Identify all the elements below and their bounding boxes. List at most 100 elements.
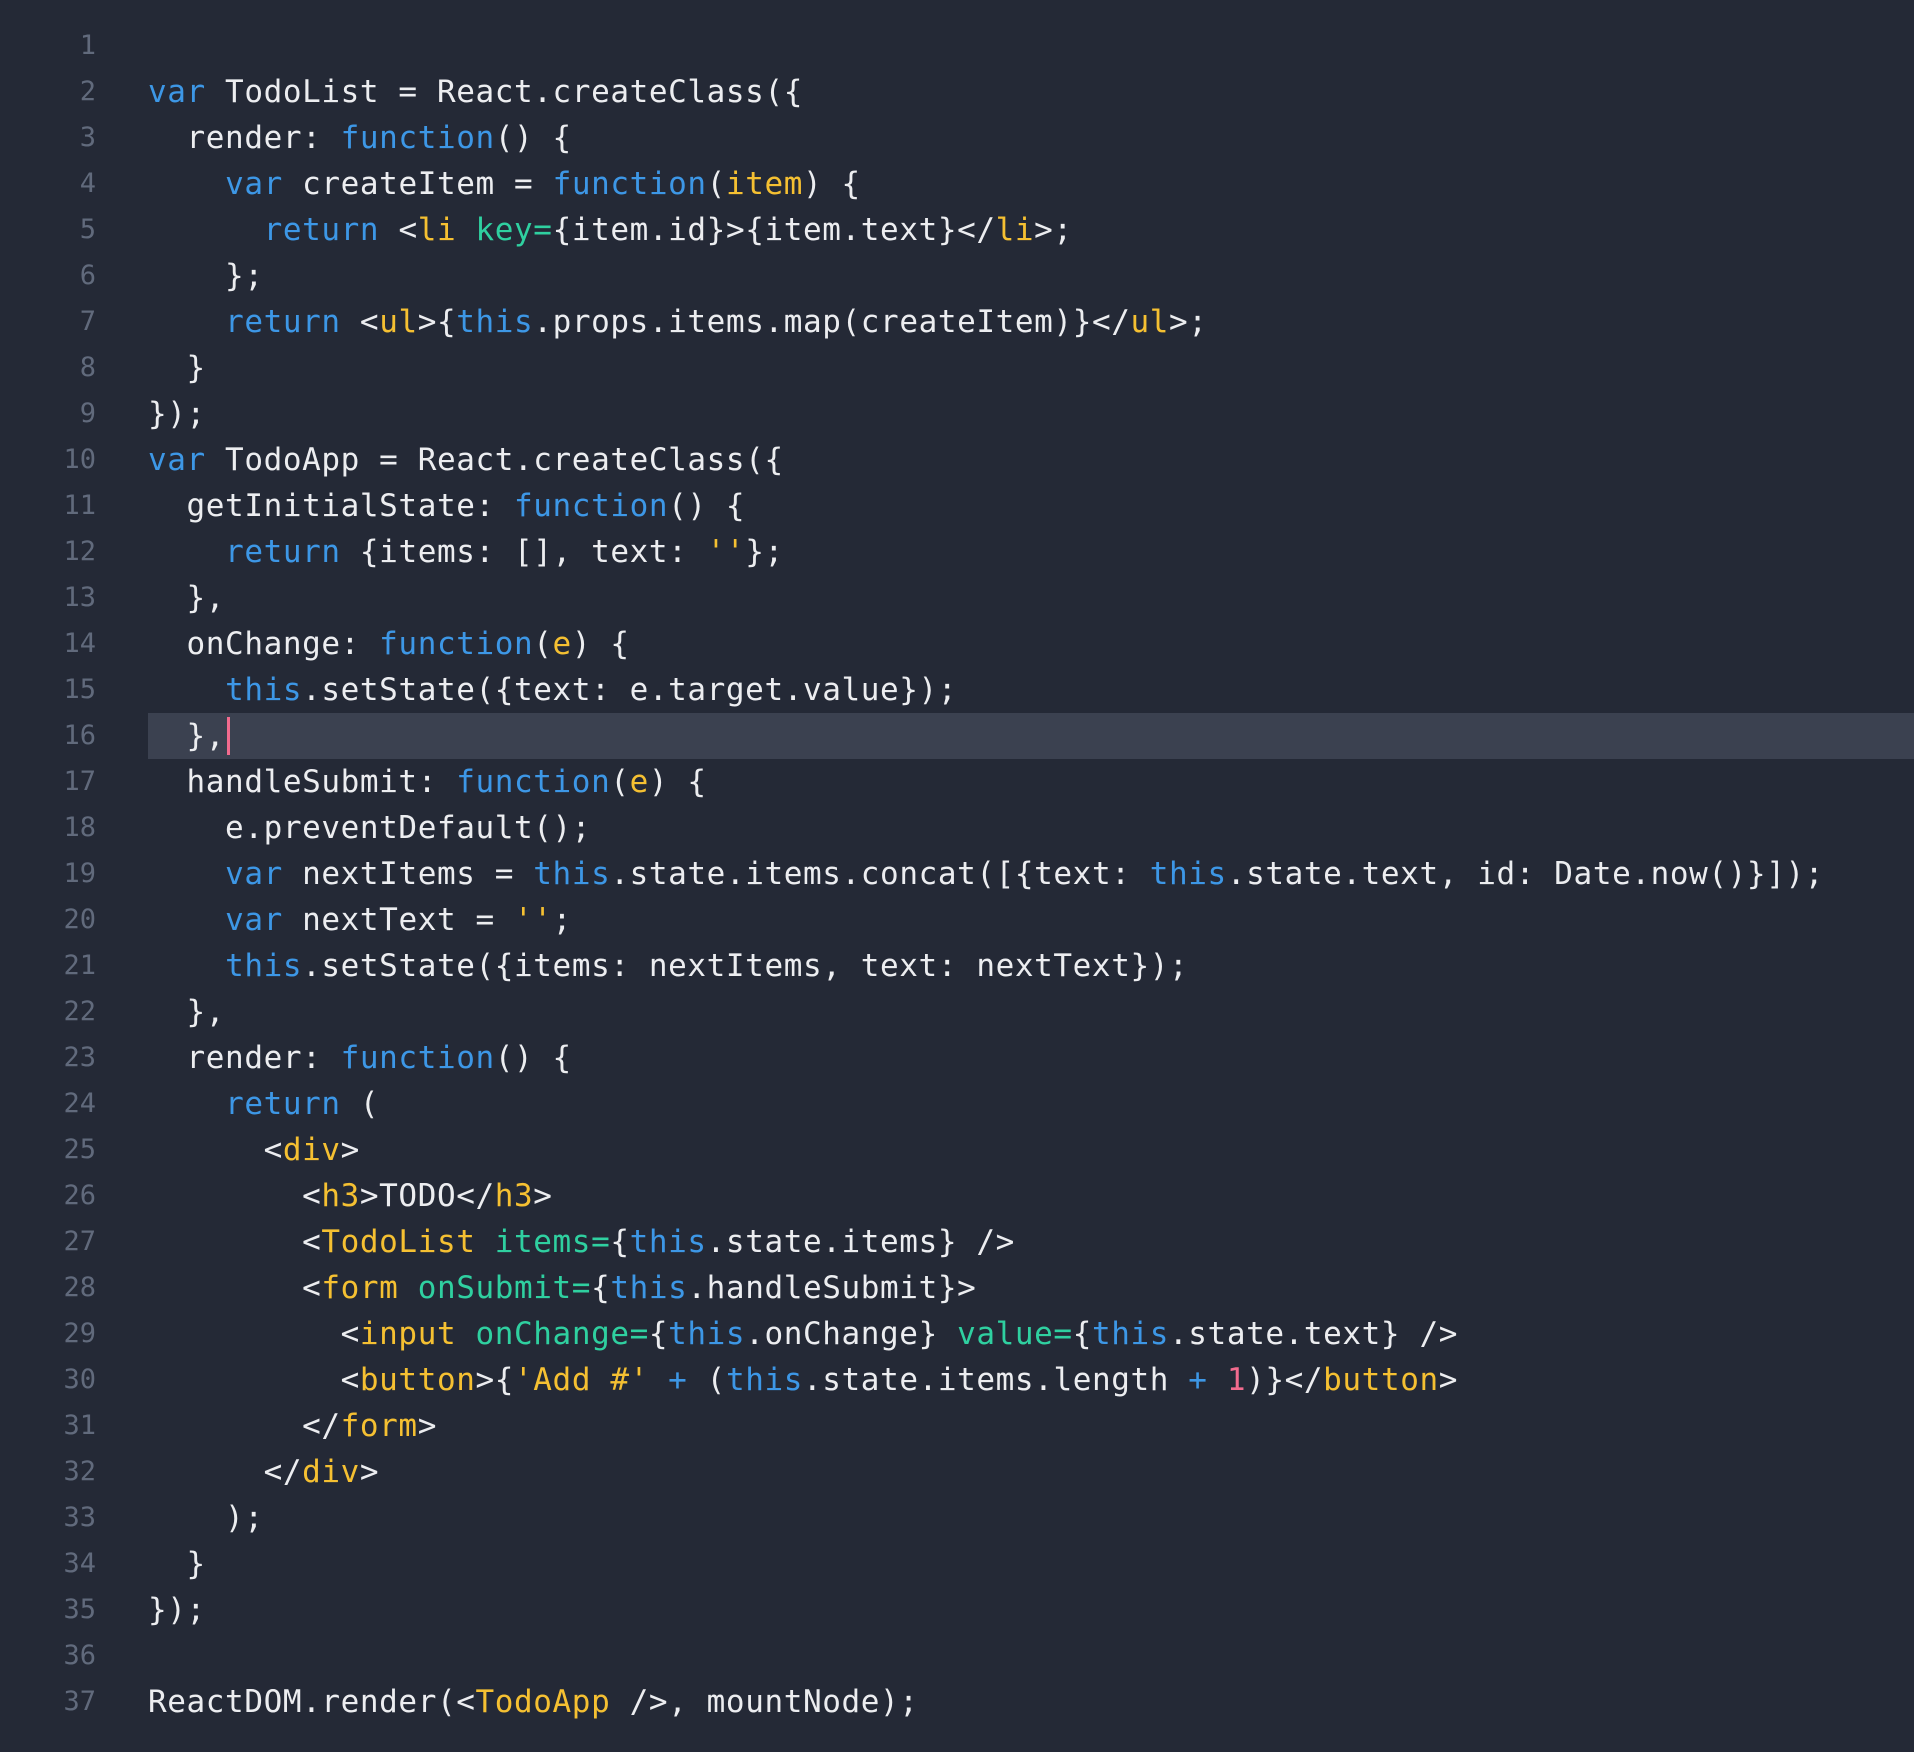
code-line[interactable]: 11 getInitialState: function() { bbox=[0, 483, 1914, 529]
code-text[interactable]: <button>{'Add #' + (this.state.items.len… bbox=[148, 1357, 1458, 1403]
code-text[interactable]: <div> bbox=[148, 1127, 360, 1173]
code-line[interactable]: 13 }, bbox=[0, 575, 1914, 621]
code-text[interactable]: }; bbox=[148, 253, 264, 299]
code-line[interactable]: 2 var TodoList = React.createClass({ bbox=[0, 69, 1914, 115]
code-line[interactable]: 31 </form> bbox=[0, 1403, 1914, 1449]
line-number: 7 bbox=[79, 306, 96, 337]
line-number: 27 bbox=[63, 1226, 96, 1257]
token-keyword: return bbox=[225, 304, 341, 340]
code-line[interactable]: 15 this.setState({text: e.target.value})… bbox=[0, 667, 1914, 713]
code-text[interactable]: render: function() { bbox=[148, 1035, 572, 1081]
code-line[interactable]: 36 bbox=[0, 1633, 1914, 1679]
code-text[interactable]: return <li key={item.id}>{item.text}</li… bbox=[148, 207, 1073, 253]
token-plain: }; bbox=[148, 258, 264, 294]
code-text[interactable]: }, bbox=[148, 713, 231, 759]
code-line[interactable]: 14 onChange: function(e) { bbox=[0, 621, 1914, 667]
code-line[interactable]: 20 var nextText = ''; bbox=[0, 897, 1914, 943]
code-text[interactable]: var nextText = ''; bbox=[148, 897, 572, 943]
code-line[interactable]: 5 return <li key={item.id}>{item.text}</… bbox=[0, 207, 1914, 253]
code-line[interactable]: 33 ); bbox=[0, 1495, 1914, 1541]
code-text[interactable]: ReactDOM.render(<TodoApp />, mountNode); bbox=[148, 1679, 919, 1725]
code-text[interactable]: }, bbox=[148, 989, 225, 1035]
code-line[interactable]: 32 </div> bbox=[0, 1449, 1914, 1495]
code-line[interactable]: 16 }, bbox=[0, 713, 1914, 759]
code-line[interactable]: 29 <input onChange={this.onChange} value… bbox=[0, 1311, 1914, 1357]
code-text[interactable]: }, bbox=[148, 575, 225, 621]
code-line[interactable]: 35}); bbox=[0, 1587, 1914, 1633]
code-text[interactable]: var TodoApp = React.createClass({ bbox=[148, 437, 784, 483]
code-line[interactable]: 3 render: function() { bbox=[0, 115, 1914, 161]
token-plain: ( bbox=[687, 1362, 726, 1398]
line-number: 4 bbox=[79, 168, 96, 199]
code-line[interactable]: 8 } bbox=[0, 345, 1914, 391]
code-text[interactable]: <h3>TODO</h3> bbox=[148, 1173, 553, 1219]
code-text[interactable]: ); bbox=[148, 1495, 264, 1541]
code-text[interactable]: return {items: [], text: ''}; bbox=[148, 529, 784, 575]
code-text[interactable]: render: function() { bbox=[148, 115, 572, 161]
code-text[interactable]: } bbox=[148, 1541, 206, 1587]
code-text[interactable]: var TodoList = React.createClass({ bbox=[148, 69, 803, 115]
token-plain: >{ bbox=[475, 1362, 515, 1398]
token-keyword: var bbox=[225, 902, 283, 938]
code-text[interactable]: }); bbox=[148, 1587, 206, 1633]
token-attr: onChange= bbox=[475, 1316, 649, 1352]
code-line[interactable]: 26 <h3>TODO</h3> bbox=[0, 1173, 1914, 1219]
code-line[interactable]: 18 e.preventDefault(); bbox=[0, 805, 1914, 851]
code-text[interactable]: <input onChange={this.onChange} value={t… bbox=[148, 1311, 1458, 1357]
code-line[interactable]: 9}); bbox=[0, 391, 1914, 437]
token-plain: {items: [], text: bbox=[340, 534, 707, 570]
code-editor[interactable]: 1 2 var TodoList = React.createClass({3 re… bbox=[0, 0, 1914, 1752]
code-text[interactable]: return ( bbox=[148, 1081, 379, 1127]
code-text[interactable]: getInitialState: function() { bbox=[148, 483, 745, 529]
code-line[interactable]: 30 <button>{'Add #' + (this.state.items.… bbox=[0, 1357, 1914, 1403]
token-plain: ( bbox=[340, 1086, 380, 1122]
code-text[interactable]: }); bbox=[148, 391, 206, 437]
token-plain: >TODO</ bbox=[359, 1178, 495, 1214]
code-line[interactable]: 23 render: function() { bbox=[0, 1035, 1914, 1081]
token-plain: handleSubmit: bbox=[148, 764, 457, 800]
code-line[interactable]: 25 <div> bbox=[0, 1127, 1914, 1173]
token-tag: TodoList bbox=[321, 1224, 476, 1260]
code-line[interactable]: 24 return ( bbox=[0, 1081, 1914, 1127]
token-attr: key= bbox=[475, 212, 553, 248]
code-line[interactable]: 21 this.setState({items: nextItems, text… bbox=[0, 943, 1914, 989]
code-line[interactable]: 7 return <ul>{this.props.items.map(creat… bbox=[0, 299, 1914, 345]
code-text[interactable]: <TodoList items={this.state.items} /> bbox=[148, 1219, 1015, 1265]
code-line[interactable]: 1 bbox=[0, 23, 1914, 69]
code-text[interactable]: e.preventDefault(); bbox=[148, 805, 591, 851]
code-line[interactable]: 37 ReactDOM.render(<TodoApp />, mountNode… bbox=[0, 1679, 1914, 1725]
code-line[interactable]: 34 } bbox=[0, 1541, 1914, 1587]
token-tag: li bbox=[417, 212, 457, 248]
code-line[interactable]: 10 var TodoApp = React.createClass({ bbox=[0, 437, 1914, 483]
code-text[interactable]: onChange: function(e) { bbox=[148, 621, 630, 667]
code-line[interactable]: 27 <TodoList items={this.state.items} /> bbox=[0, 1219, 1914, 1265]
code-text[interactable]: var createItem = function(item) { bbox=[148, 161, 861, 207]
code-text[interactable]: return <ul>{this.props.items.map(createI… bbox=[148, 299, 1208, 345]
code-text[interactable]: </div> bbox=[148, 1449, 379, 1495]
code-text[interactable]: var nextItems = this.state.items.concat(… bbox=[148, 851, 1824, 897]
line-number: 8 bbox=[79, 352, 96, 383]
code-text[interactable]: <form onSubmit={this.handleSubmit}> bbox=[148, 1265, 976, 1311]
token-plain: () { bbox=[494, 120, 572, 156]
token-plain: } bbox=[148, 350, 206, 386]
code-line[interactable]: 17 handleSubmit: function(e) { bbox=[0, 759, 1914, 805]
code-text[interactable]: handleSubmit: function(e) { bbox=[148, 759, 707, 805]
token-tag: button bbox=[1323, 1362, 1439, 1398]
code-text[interactable]: </form> bbox=[148, 1403, 437, 1449]
token-plain: > bbox=[359, 1454, 380, 1490]
code-text[interactable]: } bbox=[148, 345, 206, 391]
token-plain: < bbox=[148, 1178, 322, 1214]
code-line[interactable]: 22 }, bbox=[0, 989, 1914, 1035]
code-text[interactable]: this.setState({text: e.target.value}); bbox=[148, 667, 957, 713]
line-number: 32 bbox=[63, 1456, 96, 1487]
code-line[interactable]: 28 <form onSubmit={this.handleSubmit}> bbox=[0, 1265, 1914, 1311]
code-text[interactable]: this.setState({items: nextItems, text: n… bbox=[148, 943, 1188, 989]
code-line[interactable]: 19 var nextItems = this.state.items.conc… bbox=[0, 851, 1914, 897]
code-lines[interactable]: 1 2 var TodoList = React.createClass({3 re… bbox=[0, 23, 1914, 1725]
code-line[interactable]: 6 }; bbox=[0, 253, 1914, 299]
line-number: 22 bbox=[63, 996, 96, 1027]
token-tag: form bbox=[321, 1270, 399, 1306]
code-line[interactable]: 12 return {items: [], text: ''}; bbox=[0, 529, 1914, 575]
code-line[interactable]: 4 var createItem = function(item) { bbox=[0, 161, 1914, 207]
